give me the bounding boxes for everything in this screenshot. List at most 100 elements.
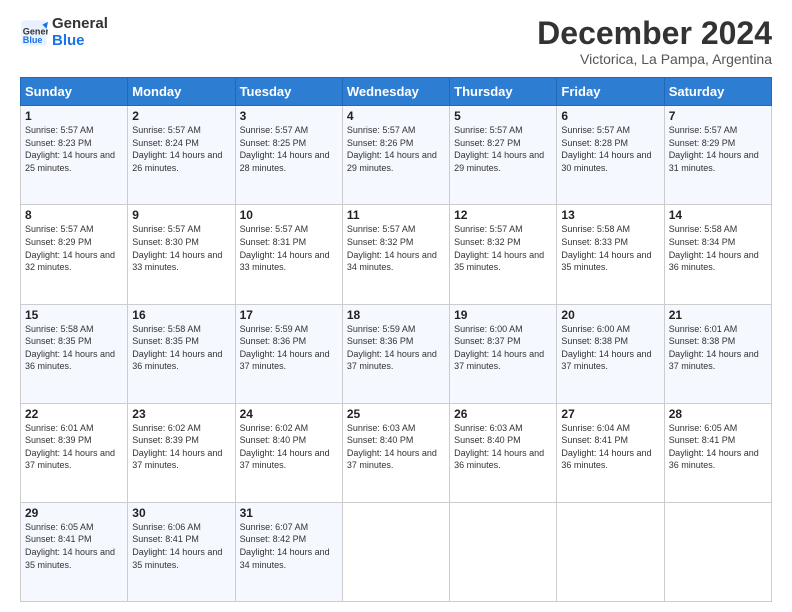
day-number: 21 bbox=[669, 308, 767, 322]
day-detail: Sunrise: 5:58 AMSunset: 8:35 PMDaylight:… bbox=[132, 323, 230, 373]
day-detail: Sunrise: 5:59 AMSunset: 8:36 PMDaylight:… bbox=[240, 323, 338, 373]
calendar-week-row: 8Sunrise: 5:57 AMSunset: 8:29 PMDaylight… bbox=[21, 205, 772, 304]
calendar-cell: 31Sunrise: 6:07 AMSunset: 8:42 PMDayligh… bbox=[235, 502, 342, 601]
day-detail: Sunrise: 5:57 AMSunset: 8:23 PMDaylight:… bbox=[25, 124, 123, 174]
header-wednesday: Wednesday bbox=[342, 78, 449, 106]
page: General Blue General Blue December 2024 … bbox=[0, 0, 792, 612]
day-detail: Sunrise: 6:02 AMSunset: 8:39 PMDaylight:… bbox=[132, 422, 230, 472]
day-number: 12 bbox=[454, 208, 552, 222]
day-detail: Sunrise: 5:57 AMSunset: 8:24 PMDaylight:… bbox=[132, 124, 230, 174]
day-number: 31 bbox=[240, 506, 338, 520]
day-detail: Sunrise: 5:57 AMSunset: 8:26 PMDaylight:… bbox=[347, 124, 445, 174]
day-detail: Sunrise: 6:00 AMSunset: 8:37 PMDaylight:… bbox=[454, 323, 552, 373]
calendar-cell: 21Sunrise: 6:01 AMSunset: 8:38 PMDayligh… bbox=[664, 304, 771, 403]
day-number: 24 bbox=[240, 407, 338, 421]
day-number: 19 bbox=[454, 308, 552, 322]
logo-icon: General Blue bbox=[20, 19, 48, 47]
calendar-cell: 3Sunrise: 5:57 AMSunset: 8:25 PMDaylight… bbox=[235, 106, 342, 205]
day-number: 2 bbox=[132, 109, 230, 123]
day-detail: Sunrise: 6:01 AMSunset: 8:39 PMDaylight:… bbox=[25, 422, 123, 472]
location-subtitle: Victorica, La Pampa, Argentina bbox=[537, 51, 772, 67]
header-thursday: Thursday bbox=[450, 78, 557, 106]
calendar-cell: 16Sunrise: 5:58 AMSunset: 8:35 PMDayligh… bbox=[128, 304, 235, 403]
header-friday: Friday bbox=[557, 78, 664, 106]
calendar-cell: 11Sunrise: 5:57 AMSunset: 8:32 PMDayligh… bbox=[342, 205, 449, 304]
day-detail: Sunrise: 6:05 AMSunset: 8:41 PMDaylight:… bbox=[669, 422, 767, 472]
calendar-cell: 28Sunrise: 6:05 AMSunset: 8:41 PMDayligh… bbox=[664, 403, 771, 502]
day-number: 18 bbox=[347, 308, 445, 322]
calendar-cell: 4Sunrise: 5:57 AMSunset: 8:26 PMDaylight… bbox=[342, 106, 449, 205]
calendar-cell: 24Sunrise: 6:02 AMSunset: 8:40 PMDayligh… bbox=[235, 403, 342, 502]
day-number: 13 bbox=[561, 208, 659, 222]
day-detail: Sunrise: 6:02 AMSunset: 8:40 PMDaylight:… bbox=[240, 422, 338, 472]
calendar-cell: 29Sunrise: 6:05 AMSunset: 8:41 PMDayligh… bbox=[21, 502, 128, 601]
day-detail: Sunrise: 6:05 AMSunset: 8:41 PMDaylight:… bbox=[25, 521, 123, 571]
day-number: 27 bbox=[561, 407, 659, 421]
day-number: 1 bbox=[25, 109, 123, 123]
day-number: 22 bbox=[25, 407, 123, 421]
calendar-cell: 19Sunrise: 6:00 AMSunset: 8:37 PMDayligh… bbox=[450, 304, 557, 403]
day-detail: Sunrise: 5:57 AMSunset: 8:29 PMDaylight:… bbox=[669, 124, 767, 174]
day-number: 11 bbox=[347, 208, 445, 222]
calendar-cell: 25Sunrise: 6:03 AMSunset: 8:40 PMDayligh… bbox=[342, 403, 449, 502]
calendar-header-row: Sunday Monday Tuesday Wednesday Thursday… bbox=[21, 78, 772, 106]
day-detail: Sunrise: 5:57 AMSunset: 8:32 PMDaylight:… bbox=[347, 223, 445, 273]
day-detail: Sunrise: 5:57 AMSunset: 8:29 PMDaylight:… bbox=[25, 223, 123, 273]
day-number: 20 bbox=[561, 308, 659, 322]
calendar-week-row: 29Sunrise: 6:05 AMSunset: 8:41 PMDayligh… bbox=[21, 502, 772, 601]
day-detail: Sunrise: 5:58 AMSunset: 8:35 PMDaylight:… bbox=[25, 323, 123, 373]
day-number: 10 bbox=[240, 208, 338, 222]
header-tuesday: Tuesday bbox=[235, 78, 342, 106]
calendar-cell: 26Sunrise: 6:03 AMSunset: 8:40 PMDayligh… bbox=[450, 403, 557, 502]
day-number: 25 bbox=[347, 407, 445, 421]
day-detail: Sunrise: 5:57 AMSunset: 8:27 PMDaylight:… bbox=[454, 124, 552, 174]
day-number: 15 bbox=[25, 308, 123, 322]
calendar-cell: 14Sunrise: 5:58 AMSunset: 8:34 PMDayligh… bbox=[664, 205, 771, 304]
calendar-cell: 15Sunrise: 5:58 AMSunset: 8:35 PMDayligh… bbox=[21, 304, 128, 403]
day-detail: Sunrise: 6:06 AMSunset: 8:41 PMDaylight:… bbox=[132, 521, 230, 571]
day-number: 7 bbox=[669, 109, 767, 123]
calendar-cell: 5Sunrise: 5:57 AMSunset: 8:27 PMDaylight… bbox=[450, 106, 557, 205]
day-number: 23 bbox=[132, 407, 230, 421]
day-number: 28 bbox=[669, 407, 767, 421]
calendar-cell: 20Sunrise: 6:00 AMSunset: 8:38 PMDayligh… bbox=[557, 304, 664, 403]
day-number: 26 bbox=[454, 407, 552, 421]
day-detail: Sunrise: 5:57 AMSunset: 8:31 PMDaylight:… bbox=[240, 223, 338, 273]
calendar-week-row: 22Sunrise: 6:01 AMSunset: 8:39 PMDayligh… bbox=[21, 403, 772, 502]
day-detail: Sunrise: 5:57 AMSunset: 8:28 PMDaylight:… bbox=[561, 124, 659, 174]
header: General Blue General Blue December 2024 … bbox=[20, 16, 772, 67]
calendar-cell: 9Sunrise: 5:57 AMSunset: 8:30 PMDaylight… bbox=[128, 205, 235, 304]
logo: General Blue General Blue bbox=[20, 16, 108, 49]
day-number: 29 bbox=[25, 506, 123, 520]
calendar-cell: 2Sunrise: 5:57 AMSunset: 8:24 PMDaylight… bbox=[128, 106, 235, 205]
calendar-cell: 18Sunrise: 5:59 AMSunset: 8:36 PMDayligh… bbox=[342, 304, 449, 403]
calendar-cell bbox=[557, 502, 664, 601]
day-number: 16 bbox=[132, 308, 230, 322]
day-number: 30 bbox=[132, 506, 230, 520]
calendar-week-row: 15Sunrise: 5:58 AMSunset: 8:35 PMDayligh… bbox=[21, 304, 772, 403]
day-detail: Sunrise: 5:59 AMSunset: 8:36 PMDaylight:… bbox=[347, 323, 445, 373]
day-detail: Sunrise: 6:03 AMSunset: 8:40 PMDaylight:… bbox=[454, 422, 552, 472]
day-detail: Sunrise: 5:57 AMSunset: 8:32 PMDaylight:… bbox=[454, 223, 552, 273]
day-number: 8 bbox=[25, 208, 123, 222]
day-detail: Sunrise: 5:58 AMSunset: 8:33 PMDaylight:… bbox=[561, 223, 659, 273]
day-detail: Sunrise: 5:57 AMSunset: 8:25 PMDaylight:… bbox=[240, 124, 338, 174]
calendar-cell bbox=[450, 502, 557, 601]
title-block: December 2024 Victorica, La Pampa, Argen… bbox=[537, 16, 772, 67]
day-number: 14 bbox=[669, 208, 767, 222]
day-detail: Sunrise: 6:03 AMSunset: 8:40 PMDaylight:… bbox=[347, 422, 445, 472]
day-detail: Sunrise: 6:00 AMSunset: 8:38 PMDaylight:… bbox=[561, 323, 659, 373]
day-detail: Sunrise: 5:57 AMSunset: 8:30 PMDaylight:… bbox=[132, 223, 230, 273]
day-number: 17 bbox=[240, 308, 338, 322]
calendar-cell: 13Sunrise: 5:58 AMSunset: 8:33 PMDayligh… bbox=[557, 205, 664, 304]
day-detail: Sunrise: 5:58 AMSunset: 8:34 PMDaylight:… bbox=[669, 223, 767, 273]
day-number: 5 bbox=[454, 109, 552, 123]
calendar-cell: 12Sunrise: 5:57 AMSunset: 8:32 PMDayligh… bbox=[450, 205, 557, 304]
calendar-cell: 30Sunrise: 6:06 AMSunset: 8:41 PMDayligh… bbox=[128, 502, 235, 601]
calendar-cell: 17Sunrise: 5:59 AMSunset: 8:36 PMDayligh… bbox=[235, 304, 342, 403]
calendar-cell: 7Sunrise: 5:57 AMSunset: 8:29 PMDaylight… bbox=[664, 106, 771, 205]
header-saturday: Saturday bbox=[664, 78, 771, 106]
day-detail: Sunrise: 6:04 AMSunset: 8:41 PMDaylight:… bbox=[561, 422, 659, 472]
calendar-cell: 22Sunrise: 6:01 AMSunset: 8:39 PMDayligh… bbox=[21, 403, 128, 502]
calendar-cell: 8Sunrise: 5:57 AMSunset: 8:29 PMDaylight… bbox=[21, 205, 128, 304]
